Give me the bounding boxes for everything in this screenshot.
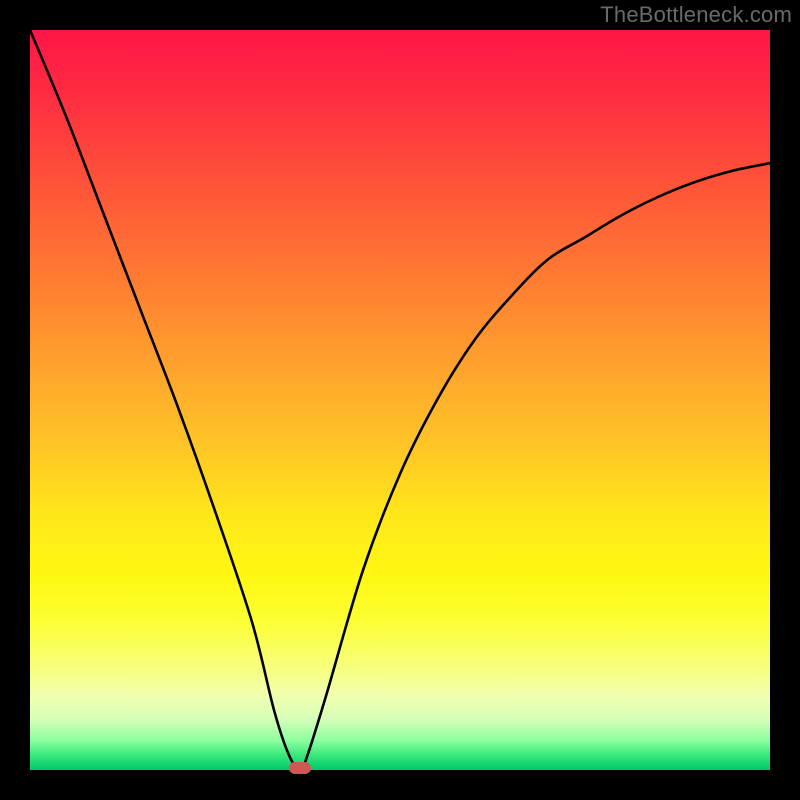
chart-frame: TheBottleneck.com — [0, 0, 800, 800]
bottleneck-curve — [30, 30, 770, 770]
plot-area — [30, 30, 770, 770]
watermark-text: TheBottleneck.com — [600, 2, 792, 28]
curve-svg — [30, 30, 770, 770]
